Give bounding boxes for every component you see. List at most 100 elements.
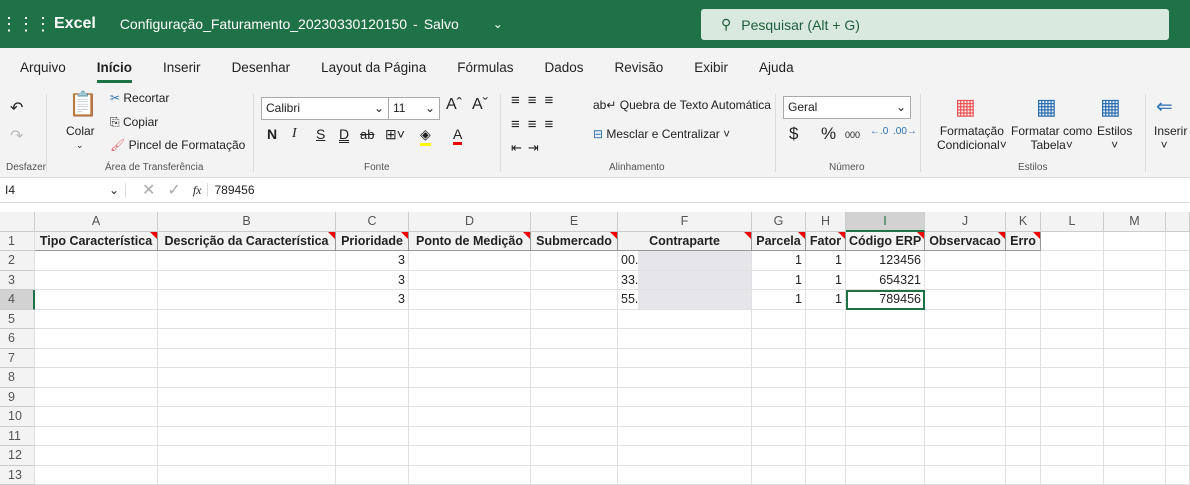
empty-cell[interactable] [846, 349, 925, 369]
column-header-G[interactable]: G [752, 212, 806, 232]
empty-cell[interactable] [806, 349, 846, 369]
table-cell[interactable] [1006, 290, 1041, 310]
table-cell[interactable]: 1 [752, 251, 806, 271]
table-cell[interactable]: 3 [336, 290, 409, 310]
row-header-11[interactable]: 11 [0, 427, 35, 447]
empty-cell[interactable] [158, 407, 336, 427]
empty-cell[interactable] [1166, 232, 1190, 252]
empty-cell[interactable] [925, 407, 1006, 427]
empty-cell[interactable] [1166, 329, 1190, 349]
empty-cell[interactable] [158, 466, 336, 485]
table-cell[interactable]: 654321 [846, 271, 925, 291]
column-header-M[interactable]: M [1104, 212, 1166, 232]
vertical-align-icons[interactable]: ≡≡≡ [511, 92, 561, 109]
empty-cell[interactable] [409, 388, 531, 408]
empty-cell[interactable] [618, 329, 752, 349]
empty-cell[interactable] [1166, 349, 1190, 369]
empty-cell[interactable] [1104, 349, 1166, 369]
table-header-cell[interactable]: Prioridade [336, 232, 409, 252]
empty-cell[interactable] [35, 310, 158, 330]
indent-icons[interactable]: ⇤⇥ [511, 140, 545, 156]
tab-dados[interactable]: Dados [544, 60, 583, 75]
table-header-cell[interactable]: Fator [806, 232, 846, 252]
font-color-icon[interactable]: A [453, 126, 462, 145]
empty-cell[interactable] [409, 427, 531, 447]
table-cell[interactable]: 789456 [846, 290, 925, 310]
table-header-cell[interactable]: Ponto de Medição [409, 232, 531, 252]
tab-revisao[interactable]: Revisão [615, 60, 664, 75]
currency-button[interactable]: $ [789, 124, 798, 144]
empty-cell[interactable] [531, 407, 618, 427]
empty-cell[interactable] [336, 466, 409, 485]
empty-cell[interactable] [409, 466, 531, 485]
number-format-select[interactable]: Geral⌄ [783, 96, 911, 119]
horizontal-align-icons[interactable]: ≡≡≡ [511, 116, 561, 133]
empty-cell[interactable] [925, 388, 1006, 408]
empty-cell[interactable] [1041, 368, 1104, 388]
table-cell[interactable]: 1 [806, 290, 846, 310]
table-header-cell[interactable]: Contraparte [618, 232, 752, 252]
empty-cell[interactable] [752, 349, 806, 369]
formula-input[interactable]: 789456 [207, 183, 1190, 197]
empty-cell[interactable] [1041, 349, 1104, 369]
format-painter-button[interactable]: 🖌 Pincel de Formatação [110, 138, 245, 152]
empty-cell[interactable] [531, 368, 618, 388]
empty-cell[interactable] [35, 427, 158, 447]
empty-cell[interactable] [336, 446, 409, 466]
empty-cell[interactable] [618, 310, 752, 330]
row-header-10[interactable]: 10 [0, 407, 35, 427]
empty-cell[interactable] [35, 446, 158, 466]
app-launcher-icon[interactable]: ⋮⋮⋮ [0, 14, 48, 35]
empty-cell[interactable] [925, 329, 1006, 349]
empty-cell[interactable] [846, 446, 925, 466]
empty-cell[interactable] [846, 329, 925, 349]
column-header-F[interactable]: F [618, 212, 752, 232]
borders-icon[interactable]: ⊞˅ [385, 126, 405, 143]
table-cell[interactable] [531, 271, 618, 291]
empty-cell[interactable] [336, 329, 409, 349]
decrease-decimal-icon[interactable]: .00→ [893, 126, 917, 137]
column-header-I[interactable]: I [846, 212, 925, 232]
empty-cell[interactable] [1166, 388, 1190, 408]
format-as-table-button[interactable]: Formatar comoTabela˅ [1011, 124, 1092, 152]
empty-cell[interactable] [1104, 232, 1166, 252]
empty-cell[interactable] [531, 427, 618, 447]
table-cell[interactable] [35, 290, 158, 310]
empty-cell[interactable] [158, 329, 336, 349]
table-header-cell[interactable]: Submercado [531, 232, 618, 252]
empty-cell[interactable] [1166, 310, 1190, 330]
row-header-9[interactable]: 9 [0, 388, 35, 408]
empty-cell[interactable] [409, 349, 531, 369]
empty-cell[interactable] [531, 446, 618, 466]
empty-cell[interactable] [1041, 388, 1104, 408]
bold-button[interactable]: N [267, 126, 277, 142]
column-header-K[interactable]: K [1006, 212, 1041, 232]
thousands-button[interactable]: 000 [845, 130, 860, 140]
table-cell[interactable]: 1 [752, 290, 806, 310]
empty-cell[interactable] [1166, 446, 1190, 466]
row-header-13[interactable]: 13 [0, 466, 35, 485]
empty-cell[interactable] [1104, 329, 1166, 349]
empty-cell[interactable] [1166, 427, 1190, 447]
table-cell[interactable]: 123456 [846, 251, 925, 271]
fill-color-icon[interactable]: ◈ [420, 126, 431, 146]
empty-cell[interactable] [1006, 407, 1041, 427]
empty-cell[interactable] [336, 310, 409, 330]
row-header-3[interactable]: 3 [0, 271, 35, 291]
empty-cell[interactable] [752, 466, 806, 485]
empty-cell[interactable] [409, 310, 531, 330]
function-icon[interactable]: fx [193, 183, 202, 198]
empty-cell[interactable] [531, 329, 618, 349]
table-cell[interactable] [409, 290, 531, 310]
empty-cell[interactable] [806, 446, 846, 466]
empty-cell[interactable] [158, 368, 336, 388]
empty-cell[interactable] [336, 368, 409, 388]
empty-cell[interactable] [1006, 310, 1041, 330]
font-size-select[interactable]: 11⌄ [388, 97, 440, 120]
empty-cell[interactable] [752, 329, 806, 349]
table-cell[interactable] [531, 290, 618, 310]
row-header-6[interactable]: 6 [0, 329, 35, 349]
empty-cell[interactable] [35, 349, 158, 369]
empty-cell[interactable] [1104, 271, 1166, 291]
tab-desenhar[interactable]: Desenhar [232, 60, 291, 75]
